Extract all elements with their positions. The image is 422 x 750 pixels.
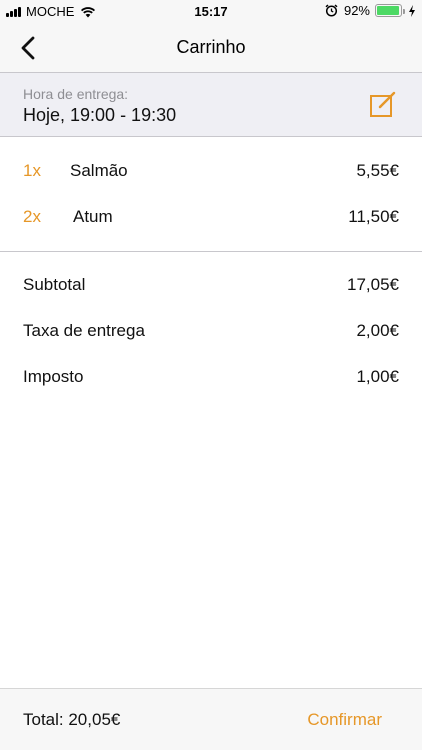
item-quantity: 2x [23, 207, 41, 226]
cart-items-list: 1x Salmão 5,55€ 2x Atum 11,50€ [0, 137, 422, 241]
item-quantity: 1x [23, 161, 41, 180]
item-price: 11,50€ [348, 207, 399, 226]
delivery-time-label: Hora de entrega: [23, 86, 129, 102]
edit-delivery-time-button[interactable] [368, 89, 398, 119]
battery-fill [377, 6, 399, 15]
tax-row: Imposto 1,00€ [0, 355, 422, 401]
battery-icon [375, 4, 405, 17]
checkout-footer: Total: 20,05€ Confirmar [0, 688, 422, 750]
alarm-icon [325, 4, 338, 17]
charging-bolt-icon [409, 4, 415, 17]
cart-item[interactable]: 1x Salmão 5,55€ [0, 149, 422, 195]
delivery-time-value: Hoje, 19:00 - 19:30 [23, 105, 177, 125]
tax-label: Imposto [23, 367, 84, 386]
item-name: Salmão [70, 161, 128, 180]
tax-value: 1,00€ [356, 367, 399, 386]
cart-screen: MOCHE 15:17 92% Carrinho Hora de entrega… [0, 0, 422, 750]
delivery-fee-value: 2,00€ [356, 321, 399, 340]
navigation-bar: Carrinho [0, 24, 422, 72]
item-name: Atum [73, 207, 113, 226]
total-label: Total: 20,05€ [23, 710, 121, 729]
battery-percent: 92% [343, 3, 370, 18]
status-right: 92% [325, 3, 416, 18]
confirm-button[interactable]: Confirmar [307, 710, 382, 730]
subtotal-value: 17,05€ [347, 275, 399, 294]
page-title: Carrinho [176, 37, 246, 57]
cart-item[interactable]: 2x Atum 11,50€ [0, 195, 422, 241]
order-summary: Subtotal 17,05€ Taxa de entrega 2,00€ Im… [0, 252, 422, 401]
subtotal-label: Subtotal [23, 275, 86, 294]
delivery-fee-row: Taxa de entrega 2,00€ [0, 309, 422, 355]
edit-icon [370, 91, 396, 117]
subtotal-row: Subtotal 17,05€ [0, 263, 422, 309]
item-price: 5,55€ [356, 161, 399, 180]
delivery-time-section: Hora de entrega: Hoje, 19:00 - 19:30 [0, 72, 422, 137]
status-bar: MOCHE 15:17 92% [0, 0, 422, 24]
delivery-fee-label: Taxa de entrega [23, 321, 145, 340]
